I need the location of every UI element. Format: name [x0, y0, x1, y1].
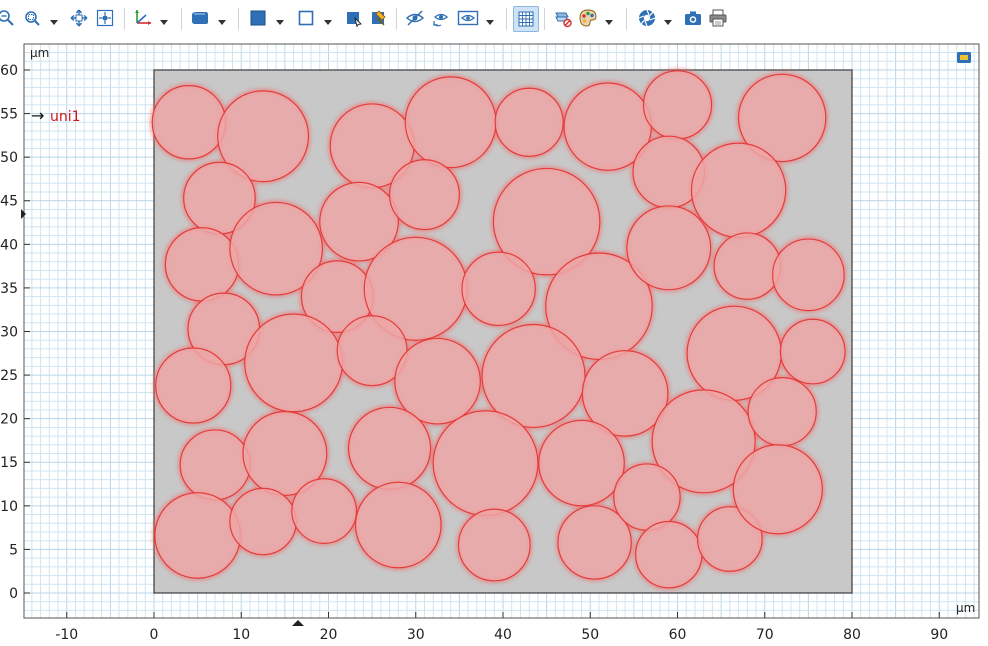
y-tick-label: 40	[0, 237, 18, 253]
chevron-down-icon[interactable]	[49, 12, 59, 25]
chevron-down-icon[interactable]	[323, 12, 333, 25]
circle-domain[interactable]	[155, 347, 232, 424]
clear-selection-icon[interactable]	[551, 6, 575, 30]
y-tick-label: 55	[0, 107, 18, 123]
reset-hiding-icon[interactable]	[429, 6, 453, 30]
y-tick-label: 25	[0, 368, 18, 384]
circle-domain[interactable]	[457, 508, 531, 582]
y-tick-label: 30	[0, 324, 18, 340]
select-box-icon[interactable]	[342, 6, 366, 30]
circle-domain[interactable]	[432, 410, 539, 517]
circle-domain[interactable]	[642, 70, 713, 140]
circle-domain[interactable]	[613, 463, 681, 531]
x-tick-label: 90	[930, 627, 948, 642]
circle-domain[interactable]	[404, 76, 497, 169]
x-tick-label: 60	[669, 627, 687, 642]
chevron-down-icon[interactable]	[485, 12, 495, 25]
y-tick-label: 35	[0, 281, 18, 297]
color-settings-icon[interactable]	[576, 6, 600, 30]
zoom-extents-icon[interactable]	[67, 6, 91, 30]
hide-icon[interactable]	[403, 6, 427, 30]
circle-domain[interactable]	[538, 419, 625, 507]
view-options-icon[interactable]	[456, 6, 480, 30]
x-tick-label: 0	[150, 627, 159, 642]
select-domain-icon[interactable]	[246, 6, 270, 30]
x-tick-label: 50	[581, 627, 599, 642]
circle-domain[interactable]	[151, 85, 227, 160]
circle-domain[interactable]	[388, 159, 460, 231]
zoom-selected-icon[interactable]	[93, 6, 117, 30]
y-tick-label: 45	[0, 194, 18, 210]
chevron-down-icon[interactable]	[217, 12, 227, 25]
camera-icon[interactable]	[681, 6, 705, 30]
zoom-box-icon[interactable]	[20, 6, 44, 30]
circle-domain[interactable]	[747, 377, 817, 447]
x-tick-label: -10	[55, 627, 78, 642]
y-tick-label: 5	[9, 542, 18, 558]
circle-domain[interactable]	[229, 487, 297, 556]
lens-icon[interactable]	[635, 6, 659, 30]
circle-domain[interactable]	[732, 444, 823, 535]
annotation-label: uni1	[50, 109, 81, 125]
view-shape-icon[interactable]	[188, 6, 212, 30]
geometry-plot[interactable]: -10 0 10 20 30 40 50 60 70 80 90 0 5 10 15 20 25 30 35 40 45…	[0, 38, 988, 643]
circle-domain[interactable]	[772, 238, 845, 312]
graphics-window[interactable]: -10 0 10 20 30 40 50 60 70 80 90 0 5 10 15 20 25 30 35 40 45…	[0, 38, 988, 643]
circle-domain[interactable]	[713, 232, 782, 300]
circle-domain[interactable]	[461, 251, 536, 327]
x-tick-label: 80	[843, 627, 861, 642]
y-tick-label: 50	[0, 150, 18, 166]
axis-orientation-icon[interactable]	[131, 6, 155, 30]
y-tick-label: 10	[0, 499, 18, 515]
grid-icon[interactable]	[513, 6, 539, 32]
circle-domain[interactable]	[626, 205, 712, 291]
chevron-down-icon[interactable]	[159, 12, 169, 25]
unit-label-right: µm	[956, 601, 975, 615]
circle-domain[interactable]	[354, 481, 442, 569]
circle-domain[interactable]	[244, 313, 344, 413]
zoom-out-icon[interactable]	[0, 6, 18, 30]
graphics-toolbar	[0, 0, 988, 38]
x-tick-label: 10	[232, 627, 250, 642]
x-tick-label: 30	[407, 627, 425, 642]
legend-icon[interactable]	[957, 52, 971, 63]
chevron-down-icon[interactable]	[663, 12, 673, 25]
y-tick-label: 0	[9, 586, 18, 602]
print-icon[interactable]	[706, 6, 730, 30]
circle-domain[interactable]	[779, 318, 846, 385]
circle-domain[interactable]	[494, 87, 564, 157]
circle-domain[interactable]	[164, 227, 240, 302]
select-paint-icon[interactable]	[367, 6, 391, 30]
y-tick-label: 60	[0, 63, 18, 79]
x-tick-label: 40	[494, 627, 512, 642]
unit-label-top: µm	[30, 46, 49, 60]
circle-domain[interactable]	[347, 406, 432, 490]
circle-domain[interactable]	[690, 142, 787, 238]
chevron-down-icon[interactable]	[604, 12, 614, 25]
annotation-arrow: →	[31, 106, 44, 125]
x-tick-label: 20	[320, 627, 338, 642]
circle-domain[interactable]	[291, 478, 358, 544]
y-tick-label: 15	[0, 455, 18, 471]
x-tick-label: 70	[756, 627, 774, 642]
circle-domain[interactable]	[635, 520, 703, 589]
chevron-down-icon[interactable]	[275, 12, 285, 25]
circle-domain[interactable]	[179, 429, 251, 501]
select-boundary-icon[interactable]	[294, 6, 318, 30]
circle-domain[interactable]	[154, 492, 241, 579]
y-tick-label: 20	[0, 412, 18, 428]
